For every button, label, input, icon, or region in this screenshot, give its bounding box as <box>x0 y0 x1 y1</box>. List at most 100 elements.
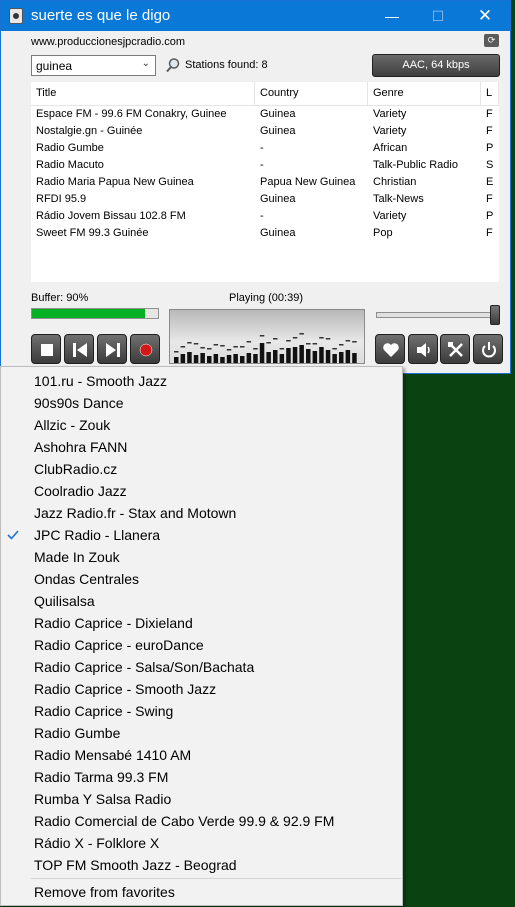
menu-item[interactable]: Rádio X - Folklore X <box>2 832 401 854</box>
app-icon[interactable] <box>9 8 23 24</box>
website-link[interactable]: www.produccionesjpcradio.com <box>31 36 185 48</box>
chevron-down-icon[interactable]: ⌄ <box>142 58 150 69</box>
cell-language: P <box>486 210 494 222</box>
spectrum-bar <box>180 354 186 363</box>
spectrum-bar <box>319 347 324 363</box>
table-row[interactable]: Sweet FM 99.3 Guinée Guinea Pop F <box>31 225 499 242</box>
stations-table[interactable]: Title Country Genre L Espace FM - 99.6 F… <box>31 82 499 282</box>
record-button[interactable] <box>130 334 160 364</box>
menu-item[interactable]: Radio Caprice - Salsa/Son/Bachata <box>2 656 401 678</box>
power-button[interactable] <box>473 334 503 364</box>
menu-item[interactable]: ClubRadio.cz <box>2 458 401 480</box>
menu-item[interactable]: Radio Comercial de Cabo Verde 99.9 & 92.… <box>2 810 401 832</box>
stop-button[interactable] <box>31 334 61 364</box>
menu-item[interactable]: Ashohra FANN <box>2 436 401 458</box>
spectrum-bar <box>299 345 304 363</box>
table-row[interactable]: Espace FM - 99.6 FM Conakry, Guinee Guin… <box>31 106 499 123</box>
cell-genre: Talk-News <box>373 193 424 205</box>
spectrum-bar <box>352 353 357 363</box>
menu-item[interactable]: Rumba Y Salsa Radio <box>2 788 401 810</box>
cell-language: S <box>486 159 494 171</box>
window-title: suerte es que le digo <box>31 7 171 24</box>
menu-item-checked[interactable]: JPC Radio - Llanera <box>2 524 401 546</box>
menu-item[interactable]: 101.ru - Smooth Jazz <box>2 370 401 392</box>
spectrum-bar <box>193 355 199 363</box>
previous-icon <box>73 343 87 357</box>
close-button[interactable]: ✕ <box>462 1 508 31</box>
spectrum-peak <box>312 343 318 345</box>
cell-title: Radio Maria Papua New Guinea <box>36 176 194 188</box>
refresh-icon[interactable]: ⟳ <box>484 34 499 47</box>
stations-found-count: Stations found: 8 <box>185 59 268 71</box>
settings-button[interactable] <box>440 334 470 364</box>
spectrum-bar <box>279 354 285 363</box>
spectrum-peak <box>213 344 219 346</box>
menu-item[interactable]: Radio Caprice - Swing <box>2 700 401 722</box>
cell-genre: Variety <box>373 210 407 222</box>
search-icon[interactable] <box>165 57 181 73</box>
menu-item[interactable]: Radio Tarma 99.3 FM <box>2 766 401 788</box>
menu-item[interactable]: Ondas Centrales <box>2 568 401 590</box>
table-row[interactable]: Rádio Jovem Bissau 102.8 FM - Variety P <box>31 208 499 225</box>
volume-slider-track[interactable] <box>376 312 499 318</box>
column-header-country[interactable]: Country <box>255 82 368 106</box>
cell-country: - <box>260 210 264 222</box>
table-row[interactable]: Radio Gumbe - African P <box>31 140 499 157</box>
filter-value: guinea <box>36 59 73 73</box>
column-header-genre[interactable]: Genre <box>368 82 481 106</box>
previous-button[interactable] <box>64 334 94 364</box>
spectrum-peak <box>174 351 179 353</box>
next-button[interactable] <box>97 334 127 364</box>
table-row[interactable]: Nostalgie.gn - Guinée Guinea Variety F <box>31 123 499 140</box>
spectrum-peak <box>193 343 199 345</box>
column-header-language[interactable]: L <box>481 82 499 106</box>
tools-icon <box>448 342 463 357</box>
table-row[interactable]: Radio Maria Papua New Guinea Papua New G… <box>31 174 499 191</box>
cell-title: Nostalgie.gn - Guinée <box>36 125 143 137</box>
menu-item[interactable]: Allzic - Zouk <box>2 414 401 436</box>
power-icon <box>482 342 496 358</box>
speaker-icon <box>417 343 430 357</box>
menu-item[interactable]: Radio Gumbe <box>2 722 401 744</box>
format-button[interactable]: AAC, 64 kbps <box>372 54 500 77</box>
spectrum-bar <box>306 349 311 363</box>
menu-item[interactable]: TOP FM Smooth Jazz - Beograd <box>2 854 401 876</box>
column-header-title[interactable]: Title <box>31 82 255 106</box>
remove-from-favorites-item[interactable]: Remove from favorites <box>2 881 401 903</box>
spectrum-peak <box>180 346 186 348</box>
mute-button[interactable] <box>408 334 438 364</box>
spectrum-bar <box>200 353 205 363</box>
spectrum-bar <box>312 351 318 363</box>
minimize-button[interactable]: — <box>369 1 415 31</box>
country-filter-combo[interactable]: guinea ⌄ <box>31 55 156 76</box>
menu-item[interactable]: Radio Caprice - euroDance <box>2 634 401 656</box>
spectrum-peak <box>220 345 225 347</box>
spectrum-peak <box>286 340 291 342</box>
spectrum-peak <box>200 347 205 349</box>
table-row[interactable]: RFDI 95.9 Guinea Talk-News F <box>31 191 499 208</box>
cell-title: Radio Gumbe <box>36 142 104 154</box>
menu-item[interactable]: Coolradio Jazz <box>2 480 401 502</box>
cell-title: Rádio Jovem Bissau 102.8 FM <box>36 210 186 222</box>
cell-language: F <box>486 108 493 120</box>
menu-item[interactable]: Jazz Radio.fr - Stax and Motown <box>2 502 401 524</box>
maximize-button[interactable]: ☐ <box>415 1 461 31</box>
cell-language: E <box>486 176 494 188</box>
menu-item[interactable]: Quilisalsa <box>2 590 401 612</box>
menu-item[interactable]: 90s90s Dance <box>2 392 401 414</box>
menu-item[interactable]: Radio Mensabé 1410 AM <box>2 744 401 766</box>
spectrum-peak <box>325 338 331 340</box>
title-bar[interactable]: suerte es que le digo — ☐ ✕ <box>1 1 510 31</box>
menu-item[interactable]: Radio Caprice - Dixieland <box>2 612 401 634</box>
menu-item[interactable]: Made In Zouk <box>2 546 401 568</box>
menu-item[interactable]: Radio Caprice - Smooth Jazz <box>2 678 401 700</box>
favorites-button[interactable] <box>375 334 405 364</box>
spectrum-bar <box>240 356 245 363</box>
cell-country: Papua New Guinea <box>260 176 356 188</box>
spectrum-bar <box>220 357 225 363</box>
spectrum-peak <box>246 341 252 343</box>
volume-slider-thumb[interactable] <box>490 305 500 325</box>
spectrum-peak <box>240 346 245 348</box>
spectrum-peak <box>299 333 304 335</box>
table-row[interactable]: Radio Macuto - Talk-Public Radio S <box>31 157 499 174</box>
